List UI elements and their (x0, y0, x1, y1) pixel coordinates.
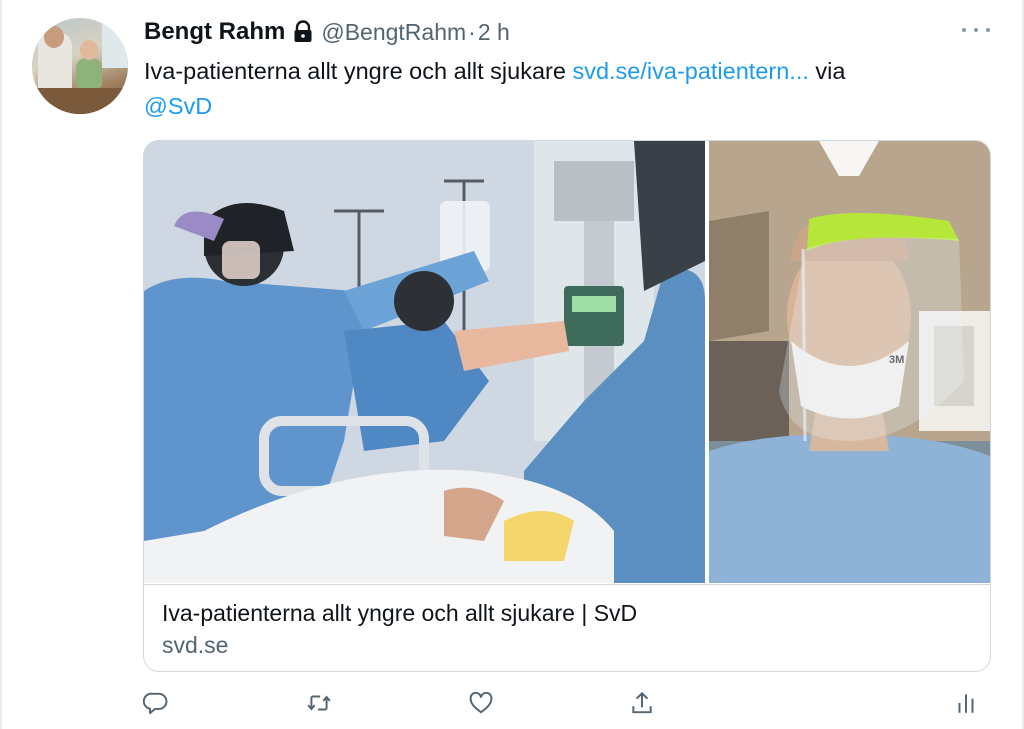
like-icon (469, 691, 493, 714)
link-preview-card[interactable]: 3M Iva-patienterna allt yngre och allt s… (143, 140, 991, 672)
analytics-icon (958, 694, 974, 713)
header-separator: · (468, 18, 476, 45)
tweet-timestamp[interactable]: 2 h (478, 19, 510, 46)
tweet-action-bar (0, 686, 1024, 720)
author-avatar[interactable] (32, 18, 128, 114)
analytics-button[interactable] (949, 686, 983, 720)
more-options-icon[interactable] (962, 20, 990, 40)
tweet-body-text: Iva-patienterna allt yngre och allt sjuk… (144, 58, 573, 84)
author-display-name[interactable]: Bengt Rahm (144, 18, 285, 46)
tweet-header: Bengt Rahm @BengtRahm · 2 h (144, 14, 510, 50)
card-media[interactable]: 3M (144, 141, 990, 583)
reply-icon (143, 692, 168, 715)
share-icon (632, 691, 652, 714)
author-handle[interactable]: @BengtRahm (321, 19, 466, 46)
mention-link[interactable]: @SvD (144, 93, 212, 119)
card-footer[interactable]: Iva-patienterna allt yngre och allt sjuk… (144, 584, 990, 671)
retweet-button[interactable] (302, 686, 336, 720)
timeline-left-border (0, 0, 2, 729)
reply-button[interactable] (139, 686, 173, 720)
selfie-photo[interactable]: 3M (709, 141, 990, 583)
lock-icon (291, 20, 315, 44)
like-button[interactable] (464, 686, 498, 720)
retweet-icon (307, 695, 331, 711)
share-button[interactable] (625, 686, 659, 720)
card-title[interactable]: Iva-patienterna allt yngre och allt sjuk… (162, 600, 637, 627)
tweet-text: Iva-patienterna allt yngre och allt sjuk… (144, 54, 974, 124)
card-domain: svd.se (162, 632, 229, 658)
icu-staff-photo[interactable] (144, 141, 705, 583)
tweet-article-link[interactable]: svd.se/iva-patientern... (572, 58, 808, 84)
tweet-via-text: via (808, 58, 846, 84)
